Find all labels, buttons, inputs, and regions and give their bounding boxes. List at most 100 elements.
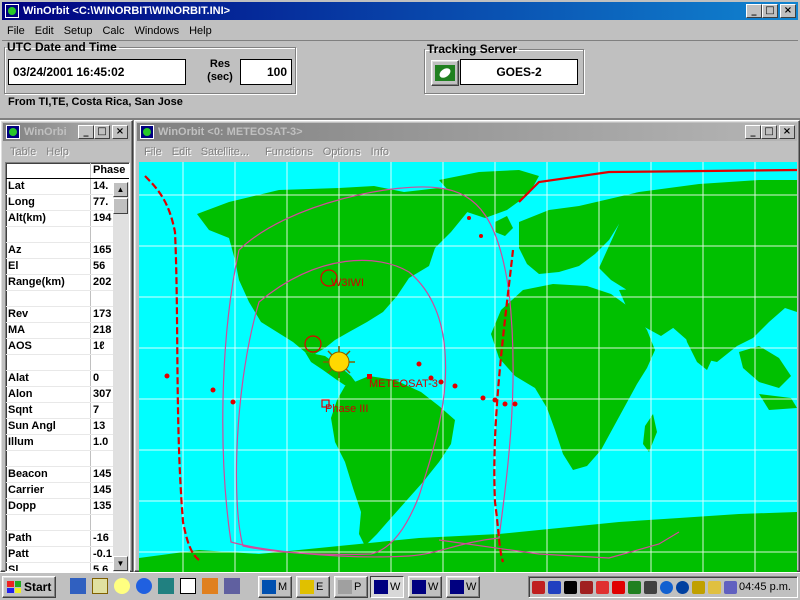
scroll-up-button[interactable]: ▲ — [113, 182, 128, 197]
maximize-button[interactable]: □ — [762, 4, 778, 18]
res-input[interactable]: 100 — [240, 59, 292, 85]
table-row[interactable] — [6, 515, 129, 531]
close-button[interactable]: × — [780, 4, 796, 18]
utc-input[interactable]: 03/24/2001 16:45:02 — [8, 59, 186, 85]
table-row[interactable]: Long 77. — [6, 195, 129, 211]
table-row[interactable]: Rev 173 — [6, 307, 129, 323]
table-row[interactable]: Illum 1.0 — [6, 435, 129, 451]
tray-monitor-icon[interactable] — [612, 580, 625, 594]
table-row[interactable]: Alat 0 — [6, 371, 129, 387]
tray-antivirus-icon[interactable] — [596, 580, 609, 594]
row-value — [91, 291, 93, 306]
main-titlebar[interactable]: WinOrbit <C:\WINORBIT\WINORBIT.INI> _ □ … — [2, 2, 798, 20]
quicklaunch-notepad-icon[interactable] — [92, 578, 108, 594]
table-row[interactable]: Sqnt 7 — [6, 403, 129, 419]
tray-phone-icon[interactable] — [580, 580, 593, 594]
tray-display-icon[interactable] — [628, 580, 641, 594]
grid-header-phase: Phase — [93, 164, 126, 176]
table-row[interactable] — [6, 355, 129, 371]
row-value: 173 — [93, 308, 112, 320]
table-row[interactable]: Az 165 — [6, 243, 129, 259]
minimize-button[interactable]: _ — [746, 4, 762, 18]
data-panel-titlebar[interactable]: WinOrbi _ □ × — [3, 123, 130, 141]
tray-globe-icon[interactable] — [660, 580, 673, 594]
quicklaunch-paint-icon[interactable] — [202, 578, 218, 594]
row-label — [6, 515, 91, 530]
table-row[interactable]: Sun Angl 13 — [6, 419, 129, 435]
map-maximize-button[interactable]: □ — [761, 125, 777, 139]
tray-folder-icon[interactable] — [708, 580, 721, 594]
tray-volume-icon[interactable] — [644, 580, 657, 594]
map-menu-info[interactable]: Info — [366, 146, 394, 158]
satellite-dish-icon — [435, 65, 455, 81]
table-row[interactable]: El 56 — [6, 259, 129, 275]
windows-flag-icon — [7, 581, 21, 593]
row-label: Dopp — [6, 499, 91, 514]
quicklaunch-tools-icon[interactable] — [224, 578, 240, 594]
table-row[interactable]: Range(km) 202 — [6, 275, 129, 291]
scroll-down-button[interactable]: ▼ — [113, 556, 128, 571]
menu-file[interactable]: File — [2, 25, 30, 37]
task-m-label: M — [278, 581, 288, 593]
task-button-w2[interactable]: W — [408, 576, 442, 598]
menu-windows[interactable]: Windows — [129, 25, 184, 37]
table-row[interactable]: Sl 5.6 — [6, 563, 129, 571]
task-button-m[interactable]: M — [258, 576, 292, 598]
table-row[interactable]: Lat 14. — [6, 179, 129, 195]
panel-minimize-button[interactable]: _ — [78, 125, 94, 139]
tray-keyboard-icon[interactable] — [564, 580, 577, 594]
task-button-w1[interactable]: W — [370, 576, 404, 598]
tray-network-icon[interactable] — [548, 580, 561, 594]
table-row[interactable]: Patt -0.1 — [6, 547, 129, 563]
panel-menu-help[interactable]: Help — [41, 146, 74, 158]
tray-pen-icon[interactable] — [724, 580, 737, 594]
task-button-p[interactable]: P — [334, 576, 368, 598]
tray-app-icon[interactable] — [532, 580, 545, 594]
map-minimize-button[interactable]: _ — [745, 125, 761, 139]
grid-scrollbar[interactable]: ▲ ▼ — [113, 182, 129, 572]
grid-header-row: Phase — [6, 163, 129, 179]
table-row[interactable]: Dopp 135 — [6, 499, 129, 515]
panel-menu-table[interactable]: Table — [5, 146, 41, 158]
table-row[interactable] — [6, 451, 129, 467]
map-menu-options[interactable]: Options — [318, 146, 366, 158]
map-menu-edit[interactable]: Edit — [167, 146, 196, 158]
quicklaunch-search-icon[interactable] — [114, 578, 130, 594]
tray-users-icon[interactable] — [692, 580, 705, 594]
table-row[interactable] — [6, 291, 129, 307]
task-button-w3[interactable]: W — [446, 576, 480, 598]
task-button-e[interactable]: E — [296, 576, 330, 598]
quicklaunch-ie-icon[interactable] — [136, 578, 152, 594]
table-row[interactable]: Path -16 — [6, 531, 129, 547]
menu-setup[interactable]: Setup — [59, 25, 98, 37]
table-row[interactable] — [6, 227, 129, 243]
menu-help[interactable]: Help — [184, 25, 217, 37]
panel-close-button[interactable]: × — [112, 125, 128, 139]
task-w3-label: W — [466, 581, 477, 593]
tracking-server-value: GOES-2 — [460, 59, 578, 85]
tracking-server-button[interactable] — [431, 60, 459, 86]
quicklaunch-network-icon[interactable] — [158, 578, 174, 594]
clock[interactable]: 04:45 p.m. — [739, 581, 791, 593]
table-row[interactable]: Carrier 145 — [6, 483, 129, 499]
quicklaunch-editor-icon[interactable] — [180, 578, 196, 594]
scroll-thumb[interactable] — [113, 198, 128, 214]
menu-calc[interactable]: Calc — [97, 25, 129, 37]
world-map[interactable]: W3IWI METEOSAT-3 Phase III — [139, 162, 797, 572]
start-button[interactable]: Start — [2, 576, 56, 598]
table-row[interactable]: Alt(km) 194 — [6, 211, 129, 227]
map-titlebar[interactable]: WinOrbit <0: METEOSAT-3> _ □ × — [137, 123, 797, 141]
table-row[interactable]: MA 218 — [6, 323, 129, 339]
map-menu-functions[interactable]: Functions — [260, 146, 318, 158]
tray-info-icon[interactable] — [676, 580, 689, 594]
quicklaunch-computer-icon[interactable] — [70, 578, 86, 594]
menu-edit[interactable]: Edit — [30, 25, 59, 37]
map-menu-file[interactable]: File — [139, 146, 167, 158]
panel-maximize-button[interactable]: □ — [94, 125, 110, 139]
map-menu-satellite[interactable]: Satellite... — [196, 146, 254, 158]
map-close-button[interactable]: × — [779, 125, 795, 139]
table-row[interactable]: AOS 1ℓ — [6, 339, 129, 355]
table-row[interactable]: Beacon 145 — [6, 467, 129, 483]
table-row[interactable]: Alon 307 — [6, 387, 129, 403]
start-label: Start — [24, 580, 52, 594]
